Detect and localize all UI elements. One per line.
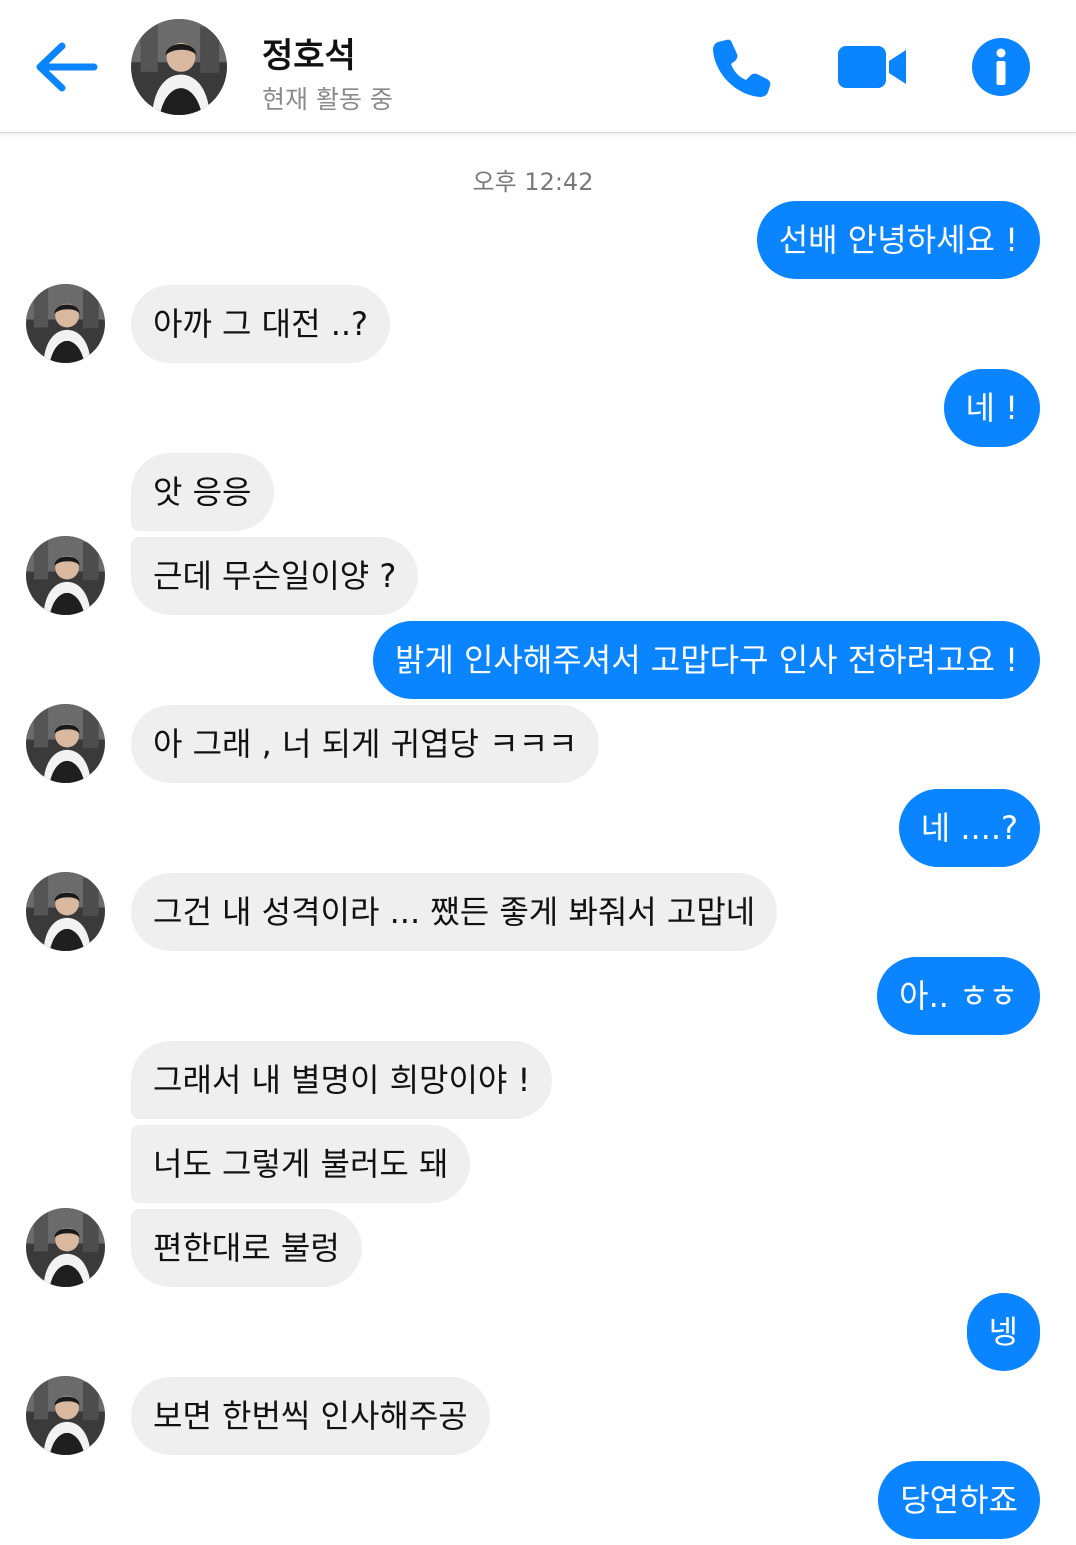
sent-message[interactable]: 넹 bbox=[966, 1293, 1040, 1371]
back-button[interactable] bbox=[30, 34, 100, 100]
arrow-left-icon bbox=[36, 42, 98, 92]
received-message[interactable]: 아 그래 , 너 되게 귀엽당 ㅋㅋㅋ bbox=[131, 705, 600, 783]
video-call-button[interactable] bbox=[838, 44, 908, 94]
sent-message[interactable]: 네 ....? bbox=[898, 789, 1040, 867]
call-button[interactable] bbox=[710, 36, 774, 104]
sent-message[interactable]: 아.. ㅎㅎ bbox=[877, 957, 1040, 1035]
sender-avatar[interactable] bbox=[26, 536, 105, 615]
received-message[interactable]: 앗 응응 bbox=[131, 453, 274, 531]
chat-header: 정호석 현재 활동 중 bbox=[0, 0, 1076, 133]
contact-avatar[interactable] bbox=[131, 19, 227, 115]
received-message[interactable]: 너도 그렇게 불러도 돼 bbox=[131, 1125, 471, 1203]
sender-avatar[interactable] bbox=[26, 704, 105, 783]
sender-avatar[interactable] bbox=[26, 872, 105, 951]
active-status: 현재 활동 중 bbox=[262, 85, 393, 114]
received-message[interactable]: 보면 한번씩 인사해주공 bbox=[131, 1377, 490, 1455]
sent-message[interactable]: 밝게 인사해주셔서 고맙다구 인사 전하려고요 ! bbox=[372, 621, 1040, 699]
phone-icon bbox=[713, 39, 771, 97]
received-message[interactable]: 그건 내 성격이라 ... 쨌든 좋게 봐줘서 고맙네 bbox=[131, 873, 778, 951]
message-timestamp: 오후 12:42 bbox=[472, 168, 594, 196]
sent-message[interactable]: 네 ! bbox=[943, 369, 1040, 447]
sender-avatar[interactable] bbox=[26, 284, 105, 363]
info-icon bbox=[972, 38, 1030, 96]
sent-message[interactable]: 선배 안녕하세요 ! bbox=[756, 201, 1040, 279]
video-camera-icon bbox=[838, 46, 906, 88]
contact-name[interactable]: 정호석 bbox=[262, 28, 356, 77]
received-message[interactable]: 근데 무슨일이양 ? bbox=[131, 537, 419, 615]
sender-avatar[interactable] bbox=[26, 1208, 105, 1287]
info-button[interactable] bbox=[972, 38, 1030, 100]
received-message[interactable]: 그래서 내 별명이 희망이야 ! bbox=[131, 1041, 553, 1119]
received-message[interactable]: 아까 그 대전 ..? bbox=[131, 285, 391, 363]
sender-avatar[interactable] bbox=[26, 1376, 105, 1455]
received-message[interactable]: 편한대로 불렁 bbox=[131, 1209, 362, 1287]
sent-message[interactable]: 당연하죠 bbox=[878, 1461, 1040, 1539]
